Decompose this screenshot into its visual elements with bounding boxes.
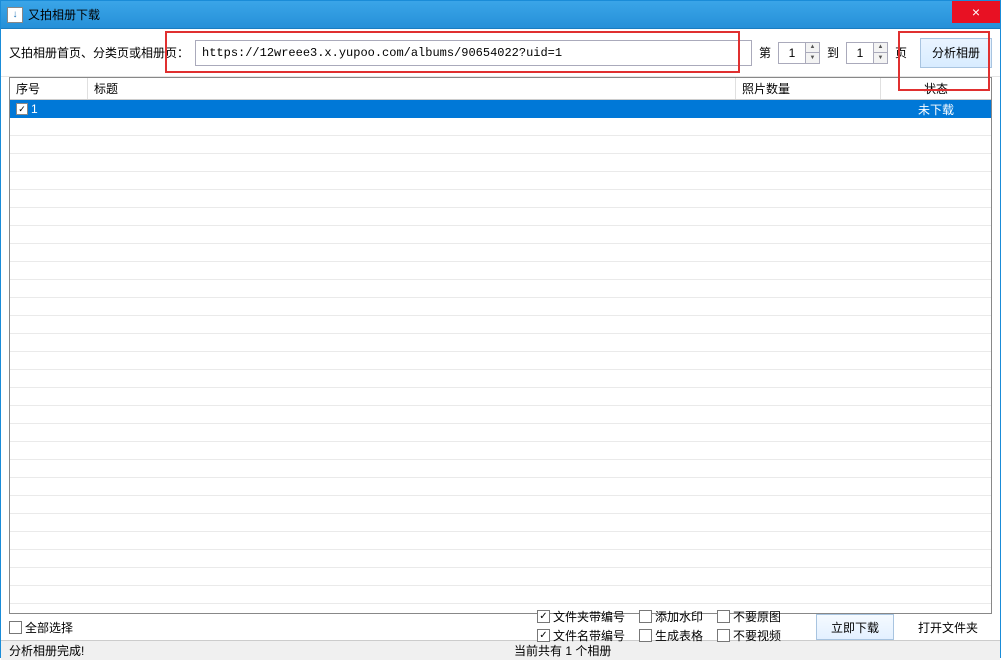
grid-lines [10, 118, 991, 613]
row-count [736, 100, 881, 118]
row-status: 未下载 [881, 100, 991, 118]
checkbox-icon [717, 610, 730, 623]
page-to-label: 到 [827, 44, 839, 61]
file-number-checkbox[interactable]: ✓ 文件名带编号 [537, 627, 625, 644]
close-button[interactable]: × [952, 1, 1000, 23]
spin-up-icon[interactable]: ▲ [806, 43, 819, 54]
window-title: 又拍相册下载 [28, 6, 100, 23]
checkbox-icon: ✓ [537, 610, 550, 623]
select-all-label: 全部选择 [25, 619, 73, 636]
app-icon: ↓ [7, 7, 23, 23]
analyze-button[interactable]: 分析相册 [920, 38, 992, 68]
header-seq[interactable]: 序号 [10, 78, 88, 99]
statusbar: 分析相册完成! 当前共有 1 个相册 [1, 640, 1000, 660]
page-from-spinner[interactable]: ▲ ▼ [778, 42, 820, 64]
page-from-input[interactable] [779, 43, 805, 63]
status-count: 当前共有 1 个相册 [514, 642, 992, 659]
gen-table-label: 生成表格 [655, 627, 703, 644]
toolbar: 又拍相册首页、分类页或相册页： 第 ▲ ▼ 到 ▲ ▼ 页 分析相册 [1, 29, 1000, 77]
titlebar: ↓ 又拍相册下载 × [1, 1, 1000, 29]
checkbox-icon: ✓ [537, 629, 550, 642]
no-video-label: 不要视频 [733, 627, 781, 644]
page-unit-label: 页 [895, 44, 907, 61]
folder-number-label: 文件夹带编号 [553, 608, 625, 625]
options-grid: ✓ 文件夹带编号 添加水印 不要原图 ✓ 文件名带编号 生成表格 不要视频 [537, 608, 781, 644]
gen-table-checkbox[interactable]: 生成表格 [639, 627, 703, 644]
select-all-checkbox[interactable]: 全部选择 [9, 619, 73, 636]
table-row[interactable]: ✓ 1 未下载 [10, 100, 991, 118]
watermark-checkbox[interactable]: 添加水印 [639, 608, 703, 625]
spin-up-icon[interactable]: ▲ [874, 43, 887, 54]
checkbox-icon [9, 621, 22, 634]
row-checkbox[interactable]: ✓ [16, 103, 28, 115]
header-status[interactable]: 状态 [881, 78, 991, 99]
checkbox-icon [717, 629, 730, 642]
status-message: 分析相册完成! [9, 642, 514, 659]
header-count[interactable]: 照片数量 [736, 78, 881, 99]
close-icon: × [972, 4, 980, 20]
no-video-checkbox[interactable]: 不要视频 [717, 627, 781, 644]
table-body[interactable]: ✓ 1 未下载 [10, 100, 991, 613]
spin-down-icon[interactable]: ▼ [806, 53, 819, 63]
page-from-label: 第 [759, 44, 771, 61]
no-original-label: 不要原图 [733, 608, 781, 625]
page-to-input[interactable] [847, 43, 873, 63]
page-to-spinner[interactable]: ▲ ▼ [846, 42, 888, 64]
watermark-label: 添加水印 [655, 608, 703, 625]
bottom-bar: 全部选择 ✓ 文件夹带编号 添加水印 不要原图 ✓ 文件名带编号 生成表格 不要… [1, 614, 1000, 640]
file-number-label: 文件名带编号 [553, 627, 625, 644]
folder-number-checkbox[interactable]: ✓ 文件夹带编号 [537, 608, 625, 625]
url-input[interactable] [195, 40, 752, 66]
no-original-checkbox[interactable]: 不要原图 [717, 608, 781, 625]
open-folder-button[interactable]: 打开文件夹 [904, 614, 992, 640]
row-seq: 1 [31, 102, 38, 116]
header-title[interactable]: 标题 [88, 78, 736, 99]
spin-down-icon[interactable]: ▼ [874, 53, 887, 63]
checkbox-icon [639, 629, 652, 642]
row-title [88, 100, 736, 118]
table-header: 序号 标题 照片数量 状态 [10, 78, 991, 100]
checkbox-icon [639, 610, 652, 623]
album-table: 序号 标题 照片数量 状态 ✓ 1 未下载 [9, 77, 992, 614]
download-button[interactable]: 立即下载 [816, 614, 894, 640]
url-label: 又拍相册首页、分类页或相册页： [9, 44, 189, 61]
